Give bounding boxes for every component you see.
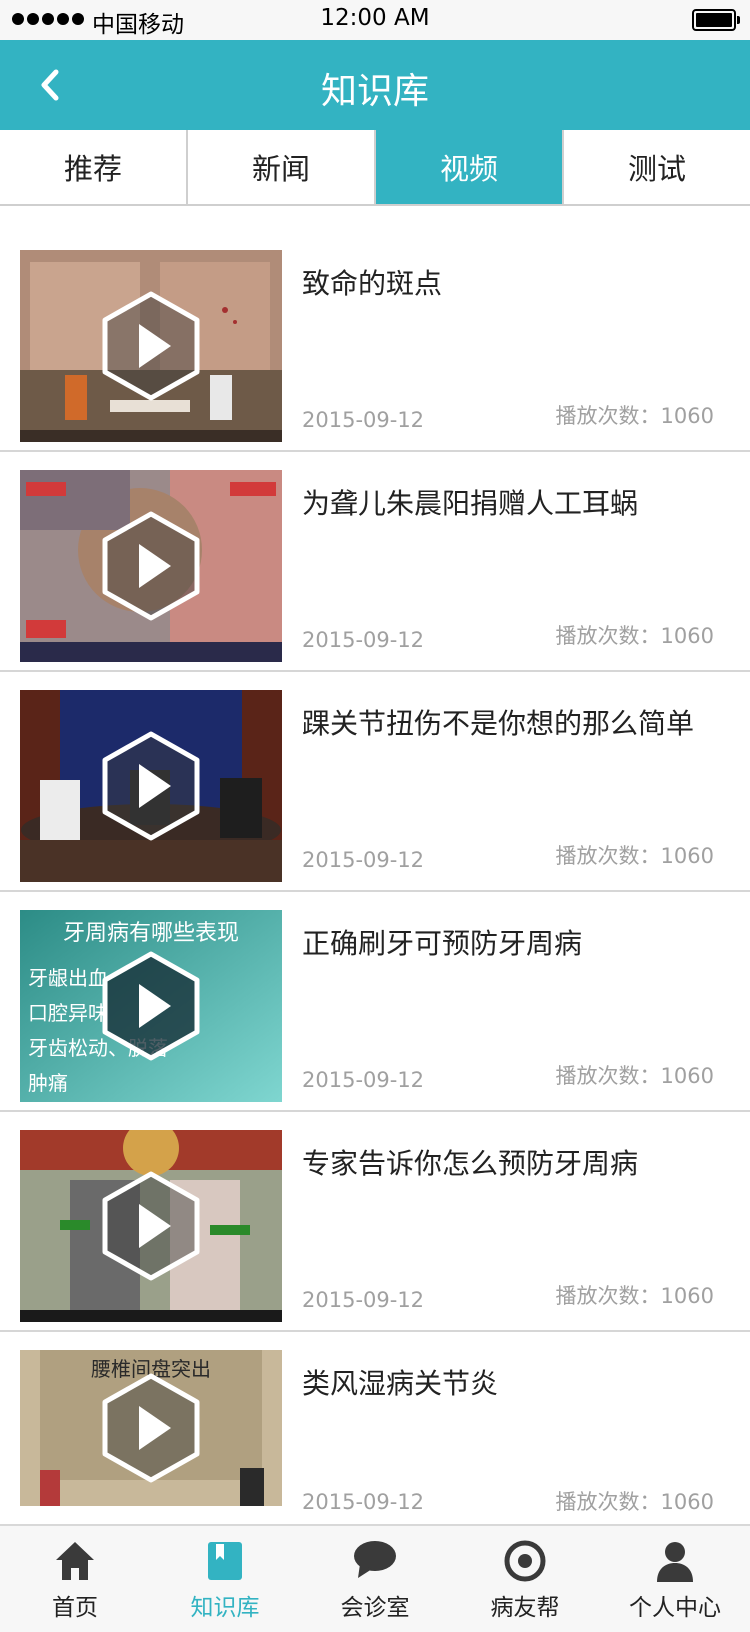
play-icon (102, 1171, 200, 1281)
target-icon (504, 1540, 546, 1582)
play-icon (102, 1373, 200, 1483)
play-icon (102, 291, 200, 401)
home-icon (56, 1542, 94, 1580)
video-title: 专家告诉你怎么预防牙周病 (302, 1147, 639, 1180)
tabbar-label: 知识库 (190, 1595, 260, 1621)
tabbar-consult[interactable]: 会诊室 (300, 1526, 450, 1632)
video-title: 踝关节扭伤不是你想的那么简单 (302, 707, 695, 740)
video-date: 2015-09-12 (302, 1490, 425, 1514)
tabbar-home[interactable]: 首页 (0, 1526, 150, 1632)
battery-icon (692, 9, 740, 31)
book-icon (208, 1542, 242, 1580)
video-title: 致命的斑点 (302, 267, 443, 300)
video-date: 2015-09-12 (302, 1068, 425, 1092)
video-list-item[interactable]: 专家告诉你怎么预防牙周病 2015-09-12 播放次数：1060 (0, 1112, 750, 1332)
video-title: 类风湿病关节炎 (302, 1367, 499, 1400)
video-list-item[interactable]: 牙周病有哪些表现 牙龈出血 口腔异味 牙齿松动、脱落 肿痛 正确刷牙可预防牙周病… (0, 892, 750, 1112)
video-thumbnail: 牙周病有哪些表现 牙龈出血 口腔异味 牙齿松动、脱落 肿痛 (20, 910, 282, 1102)
tab-tests[interactable]: 测试 (564, 130, 750, 204)
status-bar: 中国移动 12:00 AM (0, 0, 750, 40)
thumbnail-caption: 牙龈出血 (28, 966, 108, 990)
video-list-item[interactable]: 致命的斑点 2015-09-12 播放次数：1060 (0, 232, 750, 452)
tabbar-label: 首页 (52, 1595, 98, 1621)
video-thumbnail (20, 690, 282, 882)
tabbar-knowledge[interactable]: 知识库 (150, 1526, 300, 1632)
video-play-count: 播放次数：1060 (555, 624, 714, 648)
video-date: 2015-09-12 (302, 408, 425, 432)
page-title: 知识库 (320, 71, 429, 112)
video-date: 2015-09-12 (302, 628, 425, 652)
play-icon (102, 951, 200, 1061)
video-play-count: 播放次数：1060 (555, 1490, 714, 1514)
tab-videos[interactable]: 视频 (376, 130, 564, 204)
bottom-tab-bar: 首页 知识库 会诊室 病友帮 个人中心 (0, 1524, 750, 1632)
tabbar-label: 病友帮 (490, 1595, 560, 1621)
nav-bar: 知识库 (0, 40, 750, 130)
tabbar-community[interactable]: 病友帮 (450, 1526, 600, 1632)
video-thumbnail (20, 470, 282, 662)
video-thumbnail (20, 1130, 282, 1322)
tabbar-profile[interactable]: 个人中心 (600, 1526, 750, 1632)
play-icon (102, 511, 200, 621)
video-title: 为聋儿朱晨阳捐赠人工耳蜗 (302, 487, 639, 520)
tab-news[interactable]: 新闻 (188, 130, 376, 204)
thumbnail-caption: 口腔异味 (28, 1001, 108, 1025)
video-play-count: 播放次数：1060 (555, 844, 714, 868)
video-play-count: 播放次数：1060 (555, 404, 714, 428)
chat-bubble-icon (354, 1541, 396, 1578)
video-thumbnail: 腰椎间盘突出 (20, 1350, 282, 1506)
play-icon (102, 731, 200, 841)
video-date: 2015-09-12 (302, 848, 425, 872)
tabbar-label: 个人中心 (629, 1595, 721, 1621)
video-list: 致命的斑点 2015-09-12 播放次数：1060 为聋儿朱晨阳捐赠人工耳蜗 … (0, 232, 750, 1552)
tab-recommended[interactable]: 推荐 (0, 130, 188, 204)
video-play-count: 播放次数：1060 (555, 1284, 714, 1308)
video-list-item[interactable]: 腰椎间盘突出 类风湿病关节炎 2015-09-12 播放次数：1060 (0, 1332, 750, 1552)
thumbnail-caption: 牙周病有哪些表现 (63, 921, 239, 946)
thumbnail-caption: 肿痛 (28, 1071, 68, 1095)
tabbar-label: 会诊室 (340, 1595, 410, 1621)
person-icon (657, 1542, 693, 1582)
video-list-item[interactable]: 为聋儿朱晨阳捐赠人工耳蜗 2015-09-12 播放次数：1060 (0, 452, 750, 672)
video-thumbnail (20, 250, 282, 442)
video-title: 正确刷牙可预防牙周病 (302, 927, 583, 960)
video-date: 2015-09-12 (302, 1288, 425, 1312)
status-time: 12:00 AM (320, 5, 430, 31)
category-tabs: 推荐 新闻 视频 测试 (0, 130, 750, 206)
video-play-count: 播放次数：1060 (555, 1064, 714, 1088)
video-list-item[interactable]: 踝关节扭伤不是你想的那么简单 2015-09-12 播放次数：1060 (0, 672, 750, 892)
